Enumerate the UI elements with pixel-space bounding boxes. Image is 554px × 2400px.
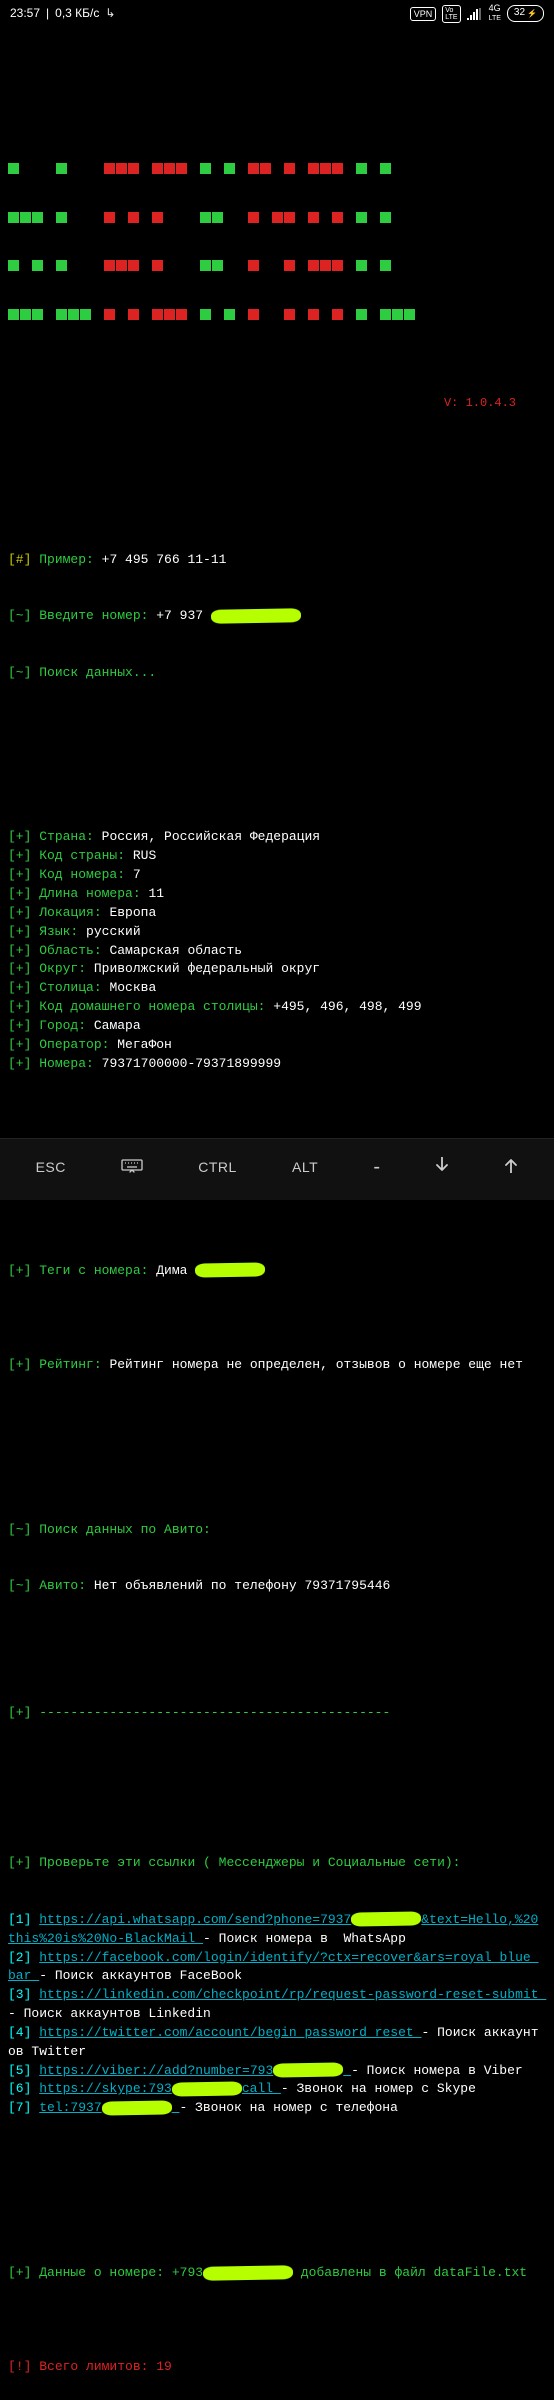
status-right: VPN VoLTE 4GLTE 32⚡ xyxy=(410,4,544,23)
battery-icon: 32⚡ xyxy=(507,5,544,22)
terminal-output: V: 1.0.4.3 [#] Пример: +7 495 766 11-11 … xyxy=(0,25,554,2400)
info-line: [+] Столица: Москва xyxy=(8,979,546,998)
link-line[interactable]: [6] https://skype:793call - Звонок на но… xyxy=(8,2080,546,2099)
volte-icon: VoLTE xyxy=(442,5,460,23)
status-left: 23:57 | 0,3 КБ/с ↳ xyxy=(10,5,115,22)
keyboard-accessory-bar: ESC CTRL ALT - xyxy=(0,1138,554,1200)
info-line: [+] Язык: русский xyxy=(8,923,546,942)
status-sep: | xyxy=(46,5,49,22)
info-line: [+] Код номера: 7 xyxy=(8,866,546,885)
clock-text: 23:57 xyxy=(10,5,40,22)
info-line: [+] Страна: Россия, Российская Федерация xyxy=(8,828,546,847)
link-line[interactable]: [3] https://linkedin.com/checkpoint/rp/r… xyxy=(8,1986,546,2024)
line-tags: [+] Теги с номера: Дима xyxy=(8,1262,546,1281)
ctrl-key[interactable]: CTRL xyxy=(198,1157,237,1177)
terminal-prompt-icon: ↳ xyxy=(105,5,115,22)
link-line[interactable]: [7] tel:7937 - Звонок на номер с телефон… xyxy=(8,2099,546,2118)
app-version: V: 1.0.4.3 xyxy=(8,395,546,412)
info-line: [+] Оператор: МегаФон xyxy=(8,1036,546,1055)
info-line: [+] Длина номера: 11 xyxy=(8,885,546,904)
alt-key[interactable]: ALT xyxy=(292,1157,318,1177)
line-limits: [!] Всего лимитов: 19 xyxy=(8,2358,546,2377)
signal-icon xyxy=(467,8,483,20)
info-line: [+] Номера: 79371700000-79371899999 xyxy=(8,1055,546,1074)
esc-key[interactable]: ESC xyxy=(36,1157,66,1177)
info-line: [+] Город: Самара xyxy=(8,1017,546,1036)
info-line: [+] Код домашнего номера столицы: +495, … xyxy=(8,998,546,1017)
link-line[interactable]: [2] https://facebook.com/login/identify/… xyxy=(8,1949,546,1987)
arrow-up-icon[interactable] xyxy=(504,1157,518,1178)
vpn-icon: VPN xyxy=(410,7,437,21)
net-speed: 0,3 КБ/с xyxy=(55,5,99,22)
info-line: [+] Округ: Приволжский федеральный округ xyxy=(8,960,546,979)
links-header: [+] Проверьте эти ссылки ( Мессенджеры и… xyxy=(8,1854,546,1873)
line-searching: [~] Поиск данных... xyxy=(8,664,546,683)
keyboard-toggle-icon[interactable] xyxy=(121,1157,143,1178)
info-line: [+] Локация: Европа xyxy=(8,904,546,923)
arrow-down-icon[interactable] xyxy=(435,1157,449,1178)
status-bar: 23:57 | 0,3 КБ/с ↳ VPN VoLTE 4GLTE 32⚡ xyxy=(0,0,554,25)
link-line[interactable]: [1] https://api.whatsapp.com/send?phone=… xyxy=(8,1911,546,1949)
line-avito-result: [~] Авито: Нет объявлений по телефону 79… xyxy=(8,1577,546,1596)
line-input[interactable]: [~] Введите номер: +7 937 xyxy=(8,607,546,626)
line-rating: [+] Рейтинг: Рейтинг номера не определен… xyxy=(8,1356,546,1375)
info-line: [+] Код страны: RUS xyxy=(8,847,546,866)
line-saved: [+] Данные о номере: +793 добавлены в фа… xyxy=(8,2264,546,2283)
link-line[interactable]: [4] https://twitter.com/account/begin_pa… xyxy=(8,2024,546,2062)
line-avito-search: [~] Поиск данных по Авито: xyxy=(8,1521,546,1540)
link-line[interactable]: [5] https://viber://add?number=793 - Пои… xyxy=(8,2062,546,2081)
dash-key[interactable]: - xyxy=(373,1153,380,1182)
line-dashes: [+] ------------------------------------… xyxy=(8,1704,546,1723)
line-example: [#] Пример: +7 495 766 11-11 xyxy=(8,551,546,570)
network-type: 4GLTE xyxy=(489,4,501,23)
info-line: [+] Область: Самарская область xyxy=(8,942,546,961)
app-logo xyxy=(8,106,546,357)
